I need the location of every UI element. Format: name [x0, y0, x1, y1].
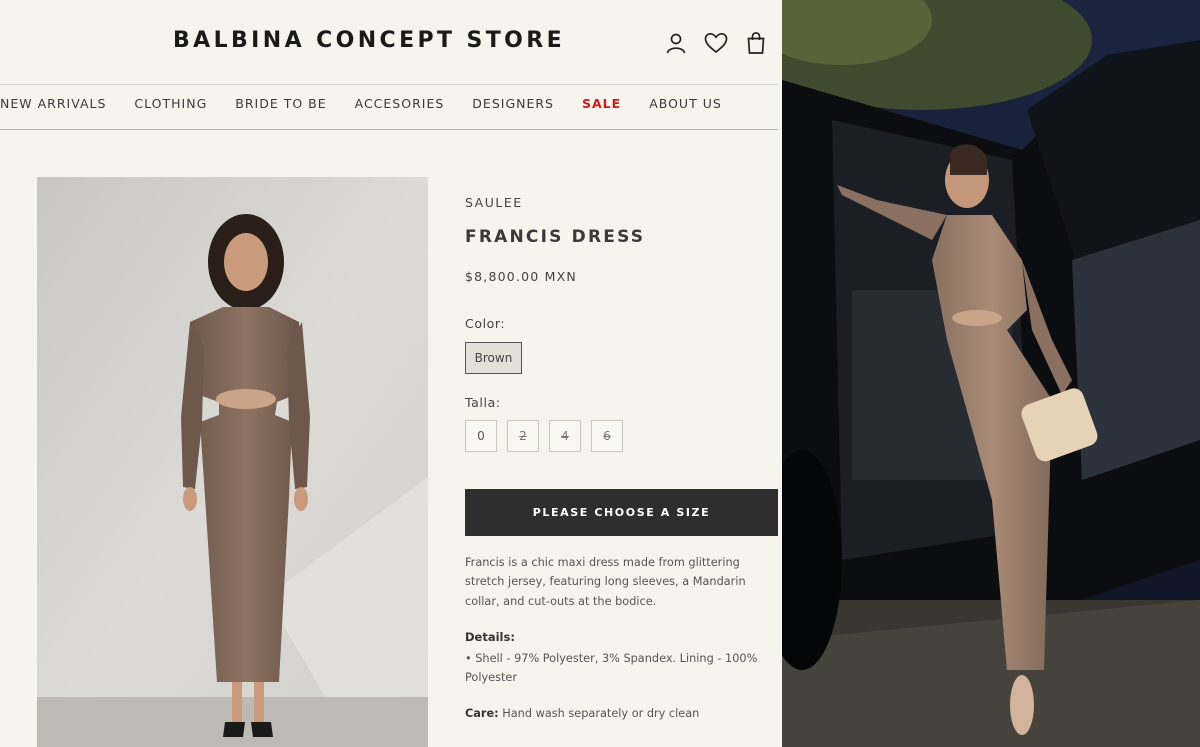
studio-photo [37, 177, 428, 747]
product-image[interactable] [37, 177, 428, 747]
nav-divider [0, 129, 778, 130]
header-icons [664, 31, 768, 55]
product-page: BALBINA CONCEPT STORE NEW ARRIVALS CLOTH… [0, 0, 782, 747]
header-divider [0, 84, 778, 85]
color-option-brown[interactable]: Brown [465, 342, 522, 374]
size-option-6[interactable]: 6 [591, 420, 623, 452]
nav-clothing[interactable]: CLOTHING [134, 96, 207, 116]
nav-about-us[interactable]: ABOUT US [649, 96, 722, 116]
color-label: Color: [465, 316, 506, 331]
product-brand[interactable]: SAULEE [465, 195, 523, 210]
nav-designers[interactable]: DESIGNERS [472, 96, 554, 116]
size-label: Talla: [465, 395, 501, 410]
nav-accesories[interactable]: ACCESORIES [355, 96, 445, 116]
main-navigation: NEW ARRIVALS CLOTHING BRIDE TO BE ACCESO… [0, 96, 750, 116]
site-header: BALBINA CONCEPT STORE [0, 0, 782, 85]
size-options: 0 2 4 6 [465, 420, 623, 452]
wishlist-heart-icon[interactable] [704, 31, 728, 55]
store-logo[interactable]: BALBINA CONCEPT STORE [173, 28, 565, 53]
nav-bride-to-be[interactable]: BRIDE TO BE [235, 96, 326, 116]
care-label: Care: [465, 707, 499, 720]
lifestyle-photo [782, 0, 1200, 747]
account-icon[interactable] [664, 31, 688, 55]
add-to-cart-button[interactable]: PLEASE CHOOSE A SIZE [465, 489, 778, 536]
size-option-2[interactable]: 2 [507, 420, 539, 452]
care-info: Care: Hand wash separately or dry clean [465, 707, 699, 720]
size-option-4[interactable]: 4 [549, 420, 581, 452]
details-label: Details: [465, 630, 515, 644]
nav-sale[interactable]: SALE [582, 96, 621, 116]
size-option-0[interactable]: 0 [465, 420, 497, 452]
product-title: FRANCIS DRESS [465, 227, 646, 247]
product-price: $8,800.00 MXN [465, 269, 577, 284]
car-photo [782, 0, 1200, 747]
shopping-bag-icon[interactable] [744, 31, 768, 55]
details-text: • Shell - 97% Polyester, 3% Spandex. Lin… [465, 652, 758, 685]
care-text: Hand wash separately or dry clean [498, 707, 700, 720]
product-description: Francis is a chic maxi dress made from g… [465, 556, 746, 608]
nav-new-arrivals[interactable]: NEW ARRIVALS [0, 96, 106, 116]
